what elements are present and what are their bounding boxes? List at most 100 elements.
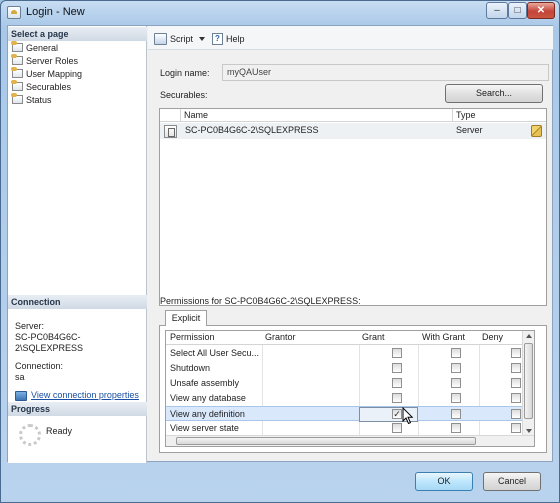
column-header-type[interactable]: Type (452, 109, 546, 122)
securable-name: SC-PC0B4G6C-2\SQLEXPRESS (185, 125, 319, 135)
login-name-label: Login name: (160, 68, 210, 78)
cancel-button[interactable]: Cancel (483, 472, 541, 491)
mouse-cursor-icon (402, 407, 414, 425)
deny-checkbox[interactable] (511, 409, 521, 419)
scroll-thumb[interactable] (176, 437, 476, 445)
help-label: Help (226, 33, 245, 44)
scroll-up-icon[interactable] (526, 334, 532, 338)
with-grant-checkbox[interactable] (451, 393, 461, 403)
server-label: Server: (15, 321, 45, 331)
page-item-label: Status (26, 94, 52, 105)
securables-label: Securables: (160, 90, 208, 100)
script-button[interactable]: Script (154, 32, 206, 45)
close-button[interactable]: ✕ (527, 2, 555, 19)
view-connection-properties-link[interactable]: View connection properties (31, 390, 139, 400)
securable-type: Server (456, 125, 483, 135)
deny-checkbox[interactable] (511, 423, 521, 433)
script-icon (154, 32, 167, 45)
connection-properties-icon (15, 390, 27, 401)
help-button[interactable]: ? Help (212, 32, 245, 45)
page-item-status[interactable]: Status (11, 93, 82, 106)
with-grant-checkbox[interactable] (451, 363, 461, 373)
maximize-button[interactable]: □ (508, 2, 527, 19)
toolbar: Script ? Help (148, 26, 553, 50)
table-row[interactable]: View any definition ✓ (166, 406, 534, 422)
horizontal-scrollbar[interactable] (166, 435, 534, 446)
page-item-label: Server Roles (26, 55, 79, 66)
connection-header: Connection (8, 295, 147, 309)
grant-checkbox[interactable]: ✓ (392, 409, 402, 419)
scroll-thumb[interactable] (524, 343, 533, 419)
permission-name: View server state (170, 423, 239, 433)
select-page-header: Select a page (8, 27, 147, 41)
table-row[interactable]: View server state (166, 421, 534, 436)
column-header-permission[interactable]: Permission (170, 332, 215, 342)
chevron-down-icon[interactable] (199, 36, 206, 41)
grant-checkbox[interactable] (392, 348, 402, 358)
table-row[interactable]: Select All User Secu... (166, 346, 534, 361)
window-title: Login - New (26, 6, 85, 18)
grant-checkbox[interactable] (392, 423, 402, 433)
column-header-grantor[interactable]: Grantor (265, 332, 296, 342)
page-item-securables[interactable]: Securables (11, 80, 82, 93)
permission-name: View any definition (170, 409, 245, 419)
securables-grid-header: Name Type (160, 109, 546, 122)
with-grant-checkbox[interactable] (451, 378, 461, 388)
table-row[interactable]: Unsafe assembly (166, 376, 534, 391)
search-button[interactable]: Search... (445, 84, 543, 103)
view-connection-properties[interactable]: View connection properties (15, 390, 145, 401)
page-icon (11, 67, 23, 78)
page-item-server-roles[interactable]: Server Roles (11, 54, 82, 67)
securables-grid[interactable]: Name Type SC-PC0B4G6C-2\SQLEXPRESS Serve… (159, 108, 547, 306)
window-icon (7, 6, 21, 19)
tab-explicit[interactable]: Explicit (165, 310, 207, 326)
page-item-general[interactable]: General (11, 41, 82, 54)
server-icon (164, 125, 177, 138)
deny-checkbox[interactable] (511, 393, 521, 403)
page-item-label: Securables (26, 81, 72, 92)
table-row[interactable]: View any database (166, 391, 534, 406)
connection-info: Server: SC-PC0B4G6C-2\SQLEXPRESS Connect… (15, 321, 145, 401)
login-name-field[interactable]: myQAUser (222, 64, 549, 81)
with-grant-checkbox[interactable] (451, 423, 461, 433)
permissions-grid[interactable]: Permission Grantor Grant With Grant Deny… (165, 330, 535, 447)
column-header-deny[interactable]: Deny (482, 332, 503, 342)
right-pane: Script ? Help Login name: myQAUser Secur… (148, 26, 553, 463)
scroll-down-icon[interactable] (526, 429, 532, 433)
grant-checkbox[interactable] (392, 393, 402, 403)
deny-checkbox[interactable] (511, 363, 521, 373)
progress-spinner-icon (19, 424, 41, 446)
permission-name: View any database (170, 393, 246, 403)
page-icon (11, 54, 23, 65)
column-header-grant[interactable]: Grant (362, 332, 385, 342)
column-header-with-grant[interactable]: With Grant (422, 332, 465, 342)
page-item-label: General (26, 42, 59, 53)
permissions-frame: Permission Grantor Grant With Grant Deny… (159, 325, 547, 453)
title-bar[interactable]: Login - New – □ ✕ (1, 1, 559, 25)
login-new-window: Login - New – □ ✕ Select a page General … (0, 0, 560, 503)
ok-button[interactable]: OK (415, 472, 473, 491)
grant-checkbox[interactable] (392, 378, 402, 388)
left-pane: Select a page General Server Roles User … (8, 26, 147, 463)
permissions-grid-header: Permission Grantor Grant With Grant Deny (166, 331, 534, 345)
with-grant-checkbox[interactable] (451, 348, 461, 358)
page-icon (11, 80, 23, 91)
edit-icon[interactable] (531, 125, 542, 137)
connection-label: Connection: (15, 361, 64, 371)
connection-value: sa (15, 372, 25, 382)
with-grant-checkbox[interactable] (451, 409, 461, 419)
page-item-user-mapping[interactable]: User Mapping (11, 67, 83, 80)
deny-checkbox[interactable] (511, 348, 521, 358)
column-header-name[interactable]: Name (180, 109, 452, 122)
table-row[interactable]: Shutdown (166, 361, 534, 376)
page-icon (11, 41, 23, 52)
progress-header: Progress (8, 402, 147, 416)
grant-checkbox[interactable] (392, 363, 402, 373)
permission-name: Shutdown (170, 363, 211, 373)
minimize-button[interactable]: – (486, 2, 508, 19)
permission-name: Unsafe assembly (170, 378, 240, 388)
page-item-label: User Mapping (26, 68, 83, 79)
vertical-scrollbar[interactable] (522, 331, 534, 446)
deny-checkbox[interactable] (511, 378, 521, 388)
table-row[interactable]: SC-PC0B4G6C-2\SQLEXPRESS Server (160, 123, 546, 139)
